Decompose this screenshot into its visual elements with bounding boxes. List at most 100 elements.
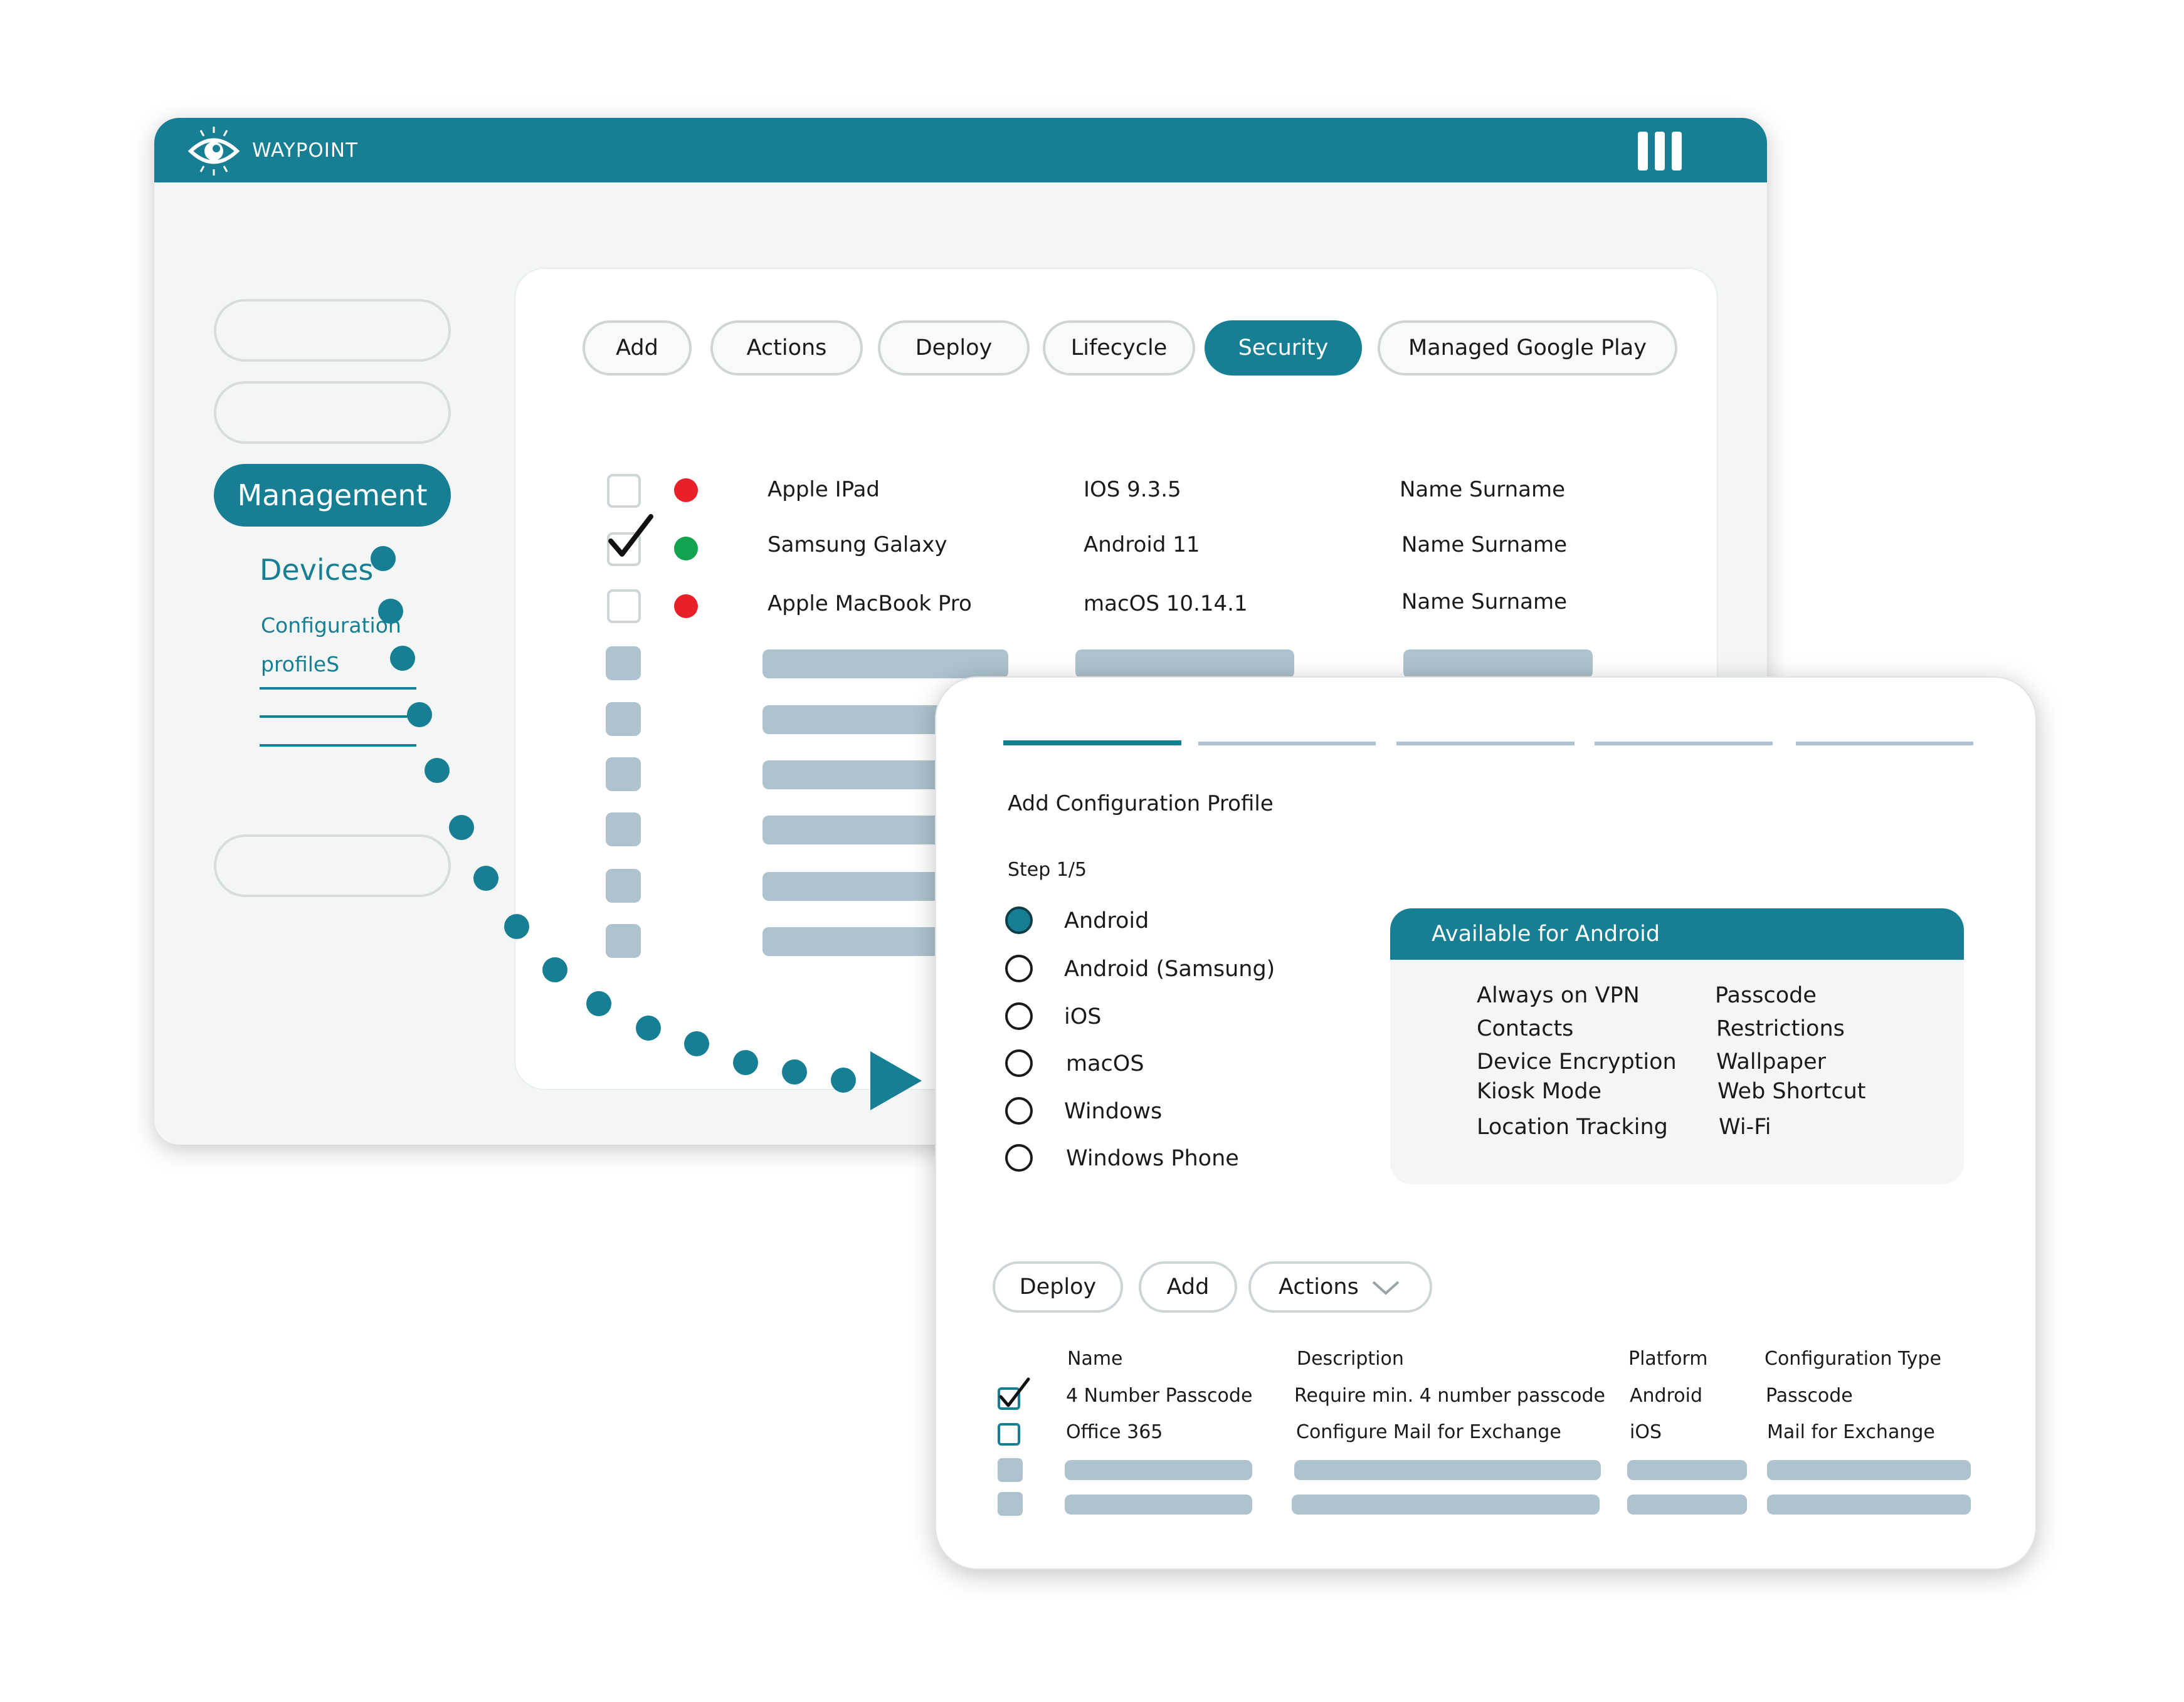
profile-name: Office 365 xyxy=(1066,1421,1163,1443)
sidebar-item-placeholder[interactable] xyxy=(214,834,451,897)
column-header-platform[interactable]: Platform xyxy=(1628,1348,1708,1370)
profile-name: 4 Number Passcode xyxy=(1066,1385,1253,1407)
sidebar-divider xyxy=(260,715,416,718)
column-header-configuration-type[interactable]: Configuration Type xyxy=(1765,1348,1941,1370)
flow-dot xyxy=(782,1059,807,1085)
flow-dot xyxy=(684,1031,709,1056)
device-os: macOS 10.14.1 xyxy=(1084,591,1248,616)
flow-dot xyxy=(449,815,474,840)
chevron-down-icon xyxy=(1372,1281,1400,1295)
add-button[interactable]: Add xyxy=(1139,1261,1237,1313)
placeholder-bar xyxy=(762,872,951,901)
flow-dot xyxy=(425,758,450,783)
column-header-name[interactable]: Name xyxy=(1067,1348,1123,1370)
flow-dot xyxy=(636,1016,661,1041)
radio-windows[interactable] xyxy=(1005,1097,1033,1125)
row-checkbox[interactable] xyxy=(607,589,641,623)
sidebar-item-placeholder[interactable] xyxy=(214,299,451,362)
radio-ios[interactable] xyxy=(1005,1002,1033,1030)
placeholder-bar xyxy=(762,649,1008,678)
step-indicator-5 xyxy=(1796,742,1973,745)
sidebar-subitem-devices[interactable]: Devices xyxy=(260,553,373,587)
profile-platform: iOS xyxy=(1630,1421,1662,1443)
actions-label: Actions xyxy=(1279,1274,1359,1300)
placeholder-bar xyxy=(1403,649,1593,678)
device-os: Android 11 xyxy=(1084,532,1200,557)
placeholder-bar xyxy=(1065,1495,1252,1515)
placeholder-checkbox xyxy=(606,924,641,958)
device-os: IOS 9.3.5 xyxy=(1084,477,1181,502)
flow-dot xyxy=(390,646,415,671)
deploy-button[interactable]: Deploy xyxy=(993,1261,1123,1313)
radio-label: macOS xyxy=(1066,1051,1144,1076)
sidebar-item-management[interactable]: Management xyxy=(214,464,451,527)
placeholder-bar xyxy=(1294,1460,1601,1480)
flow-dot xyxy=(831,1068,856,1093)
device-owner: Name Surname xyxy=(1401,589,1568,614)
title-bar: WAYPOINT xyxy=(154,118,1767,182)
feature-item: Location Tracking xyxy=(1477,1115,1668,1140)
radio-label: Windows xyxy=(1064,1099,1163,1124)
eye-logo-icon xyxy=(187,127,240,176)
radio-android-samsung[interactable] xyxy=(1005,955,1033,982)
tab-lifecycle[interactable]: Lifecycle xyxy=(1043,320,1195,376)
tab-security[interactable]: Security xyxy=(1205,320,1362,376)
profile-description: Require min. 4 number passcode xyxy=(1294,1385,1605,1407)
profile-platform: Android xyxy=(1630,1385,1702,1407)
flow-dot xyxy=(586,991,611,1016)
placeholder-bar xyxy=(762,760,951,789)
device-owner: Name Surname xyxy=(1400,477,1566,502)
placeholder-checkbox xyxy=(606,646,641,680)
placeholder-checkbox xyxy=(606,812,641,846)
device-name: Samsung Galaxy xyxy=(768,532,947,557)
flow-dot xyxy=(371,546,396,571)
flow-dot xyxy=(473,866,499,891)
radio-label: Android xyxy=(1064,908,1149,933)
tab-add[interactable]: Add xyxy=(583,320,692,376)
radio-macos[interactable] xyxy=(1005,1049,1033,1077)
tab-deploy[interactable]: Deploy xyxy=(878,320,1030,376)
step-indicator-1 xyxy=(1003,740,1181,745)
tab-actions[interactable]: Actions xyxy=(710,320,863,376)
radio-label: Android (Samsung) xyxy=(1064,957,1275,982)
status-dot xyxy=(674,594,698,618)
profile-type: Passcode xyxy=(1766,1385,1853,1407)
placeholder-checkbox xyxy=(998,1492,1023,1516)
tab-managed-google-play[interactable]: Managed Google Play xyxy=(1378,320,1677,376)
row-checkbox[interactable] xyxy=(607,474,641,508)
placeholder-checkbox xyxy=(606,702,641,736)
available-heading: Available for Android xyxy=(1390,908,1964,960)
placeholder-bar xyxy=(1075,649,1294,678)
status-dot xyxy=(674,537,698,560)
step-indicator-3 xyxy=(1396,742,1575,745)
menu-bars-icon[interactable] xyxy=(1638,132,1682,171)
placeholder-bar xyxy=(1767,1460,1971,1480)
placeholder-bar xyxy=(1627,1495,1747,1515)
row-checkbox[interactable] xyxy=(998,1423,1020,1446)
feature-item: Device Encryption xyxy=(1477,1049,1677,1074)
step-indicator-4 xyxy=(1595,742,1773,745)
actions-dropdown[interactable]: Actions xyxy=(1248,1261,1432,1313)
feature-item: Wallpaper xyxy=(1716,1049,1827,1074)
device-owner: Name Surname xyxy=(1401,532,1568,557)
flow-dot xyxy=(378,599,403,624)
placeholder-checkbox xyxy=(998,1458,1023,1482)
device-name: Apple MacBook Pro xyxy=(768,591,972,616)
feature-item: Wi-Fi xyxy=(1719,1115,1771,1140)
checkmark-icon xyxy=(608,514,653,557)
wizard-title: Add Configuration Profile xyxy=(1008,791,1274,816)
step-indicator-2 xyxy=(1198,742,1376,745)
placeholder-bar xyxy=(762,927,951,956)
feature-item: Contacts xyxy=(1477,1016,1574,1041)
placeholder-checkbox xyxy=(606,869,641,903)
placeholder-bar xyxy=(762,705,951,734)
feature-item: Web Shortcut xyxy=(1717,1079,1866,1104)
radio-android[interactable] xyxy=(1005,906,1033,934)
column-header-description[interactable]: Description xyxy=(1297,1348,1404,1370)
feature-item: Kiosk Mode xyxy=(1477,1079,1602,1104)
profile-description: Configure Mail for Exchange xyxy=(1296,1421,1561,1443)
sidebar-item-placeholder[interactable] xyxy=(214,381,451,444)
sidebar-divider xyxy=(260,744,416,747)
radio-windows-phone[interactable] xyxy=(1005,1144,1033,1172)
placeholder-bar xyxy=(1627,1460,1747,1480)
